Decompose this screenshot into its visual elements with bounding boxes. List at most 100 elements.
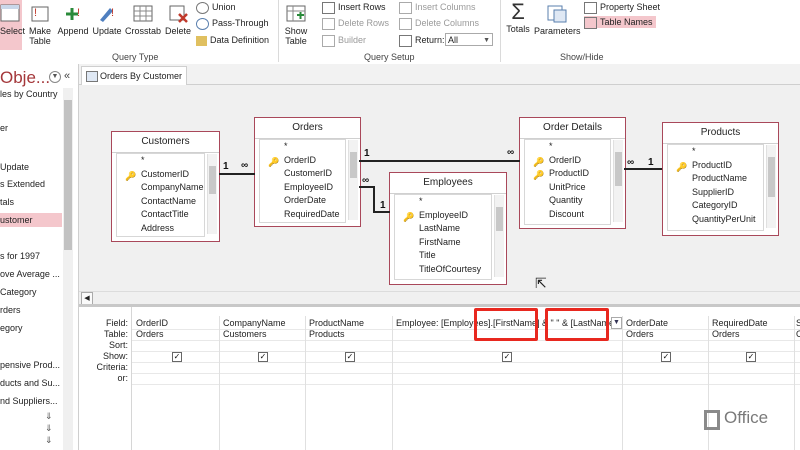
parameters-button[interactable]: Parameters [534, 0, 581, 36]
show-checkbox[interactable]: ✓ [746, 352, 756, 362]
field-item[interactable]: ContactName [117, 195, 204, 209]
append-button[interactable]: ! Append [57, 0, 89, 36]
field-dropdown-chevron-icon[interactable]: ▼ [611, 317, 622, 329]
field-item[interactable]: RequiredDate [260, 208, 345, 222]
relationship-line[interactable] [359, 160, 520, 162]
update-button[interactable]: ! Update [91, 0, 123, 36]
field-item[interactable]: FirstName [395, 236, 491, 250]
field-item[interactable]: CategoryID [668, 199, 763, 213]
nav-item[interactable]: ove Average ... [0, 267, 62, 281]
table-title[interactable]: Products [663, 123, 778, 144]
nav-item[interactable]: er [0, 121, 62, 135]
field-item[interactable]: CustomerID [260, 167, 345, 181]
relationship-line[interactable] [373, 211, 390, 213]
insert-columns-button[interactable]: Insert Columns [399, 1, 476, 14]
field-item[interactable]: UnitPrice [525, 181, 610, 195]
make-table-button[interactable]: ! Make Table [26, 0, 54, 46]
order-details-table[interactable]: Order Details * 🔑 OrderID 🔑 ProductID Unit… [519, 117, 626, 229]
nav-item[interactable]: pensive Prod... [0, 358, 62, 372]
table-title[interactable]: Order Details [520, 118, 625, 139]
table-scrollbar-thumb[interactable] [209, 166, 216, 194]
field-item[interactable]: Quantity [525, 194, 610, 208]
show-checkbox[interactable]: ✓ [502, 352, 512, 362]
builder-button[interactable]: Builder [322, 34, 366, 47]
design-horizontal-scrollbar[interactable]: ◀ [79, 291, 800, 305]
table-scrollbar-thumb[interactable] [496, 207, 503, 231]
field-item[interactable]: Title [395, 249, 491, 263]
insert-rows-button[interactable]: Insert Rows [322, 1, 386, 14]
field-item[interactable]: TitleOfCourtesy [395, 263, 491, 277]
field-item[interactable]: Discount [525, 208, 610, 222]
union-button[interactable]: Union [196, 1, 236, 14]
grid-field-cell[interactable]: CompanyName [220, 318, 305, 329]
employees-table[interactable]: Employees * 🔑 EmployeeID LastName FirstNa… [389, 172, 507, 285]
field-item[interactable]: * [525, 140, 610, 154]
property-sheet-button[interactable]: Property Sheet [584, 1, 660, 14]
grid-table-cell[interactable]: O [795, 329, 800, 340]
field-item[interactable]: * [395, 195, 491, 209]
nav-item[interactable]: s Extended [0, 177, 62, 191]
table-title[interactable]: Customers [112, 132, 219, 153]
grid-table-cell[interactable]: Orders [133, 329, 218, 340]
nav-item[interactable]: les by Country [0, 87, 62, 101]
grid-table-cell[interactable]: Customers [220, 329, 305, 340]
relationship-line[interactable] [373, 186, 375, 212]
field-item[interactable]: 🔑 ProductID [525, 167, 610, 181]
table-scrollbar-thumb[interactable] [768, 157, 775, 197]
table-scrollbar-thumb[interactable] [350, 152, 357, 178]
field-item[interactable]: * [668, 145, 763, 159]
pass-through-button[interactable]: Pass-Through [196, 17, 269, 30]
crosstab-button[interactable]: Crosstab [124, 0, 162, 36]
show-checkbox[interactable]: ✓ [345, 352, 355, 362]
nav-item[interactable]: ducts and Su... [0, 376, 62, 390]
collapse-nav-icon[interactable]: « [64, 70, 70, 82]
relationship-line[interactable] [219, 173, 255, 175]
show-checkbox[interactable]: ✓ [661, 352, 671, 362]
table-title[interactable]: Orders [255, 118, 360, 139]
nav-item[interactable]: Update [0, 160, 62, 174]
table-title[interactable]: Employees [390, 173, 506, 194]
nav-scrollbar-thumb[interactable] [64, 100, 72, 250]
grid-field-cell[interactable]: OrderID [133, 318, 218, 329]
show-checkbox[interactable]: ✓ [258, 352, 268, 362]
grid-field-cell[interactable]: RequiredDate [709, 318, 794, 329]
field-item[interactable]: * [117, 154, 204, 168]
table-names-button[interactable]: Table Names [584, 16, 656, 29]
delete-rows-button[interactable]: Delete Rows [322, 17, 389, 30]
field-item[interactable]: * [260, 140, 345, 154]
nav-item-selected[interactable]: ustomer [0, 213, 62, 227]
select-query-button[interactable]: Select [0, 0, 25, 50]
delete-query-button[interactable]: Delete [164, 0, 192, 36]
show-checkbox[interactable]: ✓ [172, 352, 182, 362]
orders-table[interactable]: Orders * 🔑 OrderID CustomerID EmployeeID … [254, 117, 361, 227]
nav-item[interactable]: nd Suppliers... [0, 394, 62, 408]
nav-item[interactable]: rders [0, 303, 62, 317]
show-table-button[interactable]: Show Table [282, 0, 310, 46]
nav-expand-chevrons-icon[interactable]: ⇓ ⇓ ⇓ [45, 410, 53, 446]
return-dropdown[interactable]: All ▼ [445, 33, 493, 46]
totals-button[interactable]: Σ Totals [504, 0, 532, 35]
nav-item[interactable]: egory [0, 321, 62, 335]
field-item[interactable]: EmployeeID [260, 181, 345, 195]
grid-table-cell[interactable]: Orders [623, 329, 708, 340]
products-table[interactable]: Products * 🔑 ProductID ProductName Suppli… [662, 122, 779, 236]
field-item[interactable]: QuantityPerUnit [668, 213, 763, 227]
field-item[interactable]: ContactTitle [117, 208, 204, 222]
field-item[interactable]: 🔑 OrderID [260, 154, 345, 168]
field-item[interactable]: 🔑 EmployeeID [395, 209, 491, 223]
nav-item[interactable]: tals [0, 195, 62, 209]
field-item[interactable]: 🔑 ProductID [668, 159, 763, 173]
nav-item[interactable]: Category [0, 285, 62, 299]
grid-field-cell[interactable]: S [795, 318, 800, 329]
relationship-line[interactable] [359, 186, 373, 188]
field-item[interactable]: OrderDate [260, 194, 345, 208]
field-item[interactable]: 🔑 OrderID [525, 154, 610, 168]
customers-table[interactable]: Customers * 🔑 CustomerID CompanyName Cont… [111, 131, 220, 242]
grid-table-cell[interactable]: Orders [709, 329, 794, 340]
field-item[interactable]: 🔑 CustomerID [117, 168, 204, 182]
grid-field-cell[interactable]: ProductName [306, 318, 391, 329]
nav-item[interactable]: s for 1997 [0, 249, 62, 263]
tab-orders-by-customer[interactable]: Orders By Customer [81, 66, 187, 85]
relationship-line[interactable] [624, 168, 662, 170]
field-item[interactable]: ProductName [668, 172, 763, 186]
